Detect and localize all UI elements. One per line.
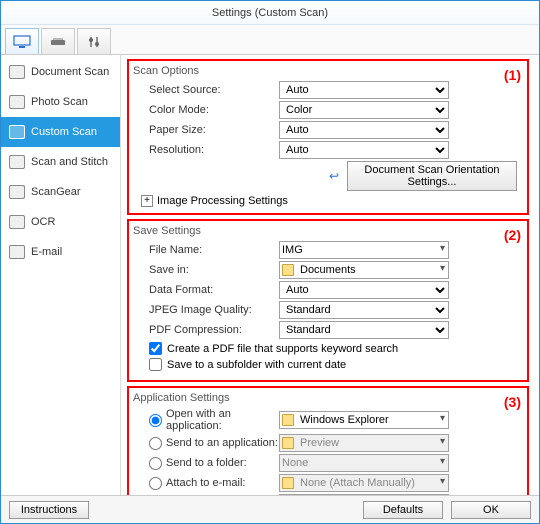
sidebar-item-custom-scan[interactable]: Custom Scan [1,117,120,147]
footer: Instructions Defaults OK [1,495,539,523]
mail-icon [282,477,294,489]
color-mode-dropdown[interactable]: Color [279,101,449,119]
send-to-folder-label: Send to a folder: [166,457,247,469]
attach-email-radio[interactable] [149,477,162,490]
pdf-compression-dropdown[interactable]: Standard [279,321,449,339]
panel-number: (3) [504,394,521,410]
start-ocr-dropdown[interactable]: Output to Text [279,494,449,495]
send-to-application-label: Send to an application: [166,437,278,449]
panel-number: (1) [504,67,521,83]
resolution-label: Resolution: [149,144,279,156]
photo-scan-icon [9,95,25,109]
sidebar-item-photo-scan[interactable]: Photo Scan [1,87,120,117]
send-to-folder-dropdown[interactable]: None [279,454,449,472]
settings-window: Settings (Custom Scan) Document Scan Pho… [0,0,540,524]
subfolder-date-label: Save to a subfolder with current date [167,359,346,371]
save-in-label: Save in: [149,264,279,276]
panel-number: (2) [504,227,521,243]
file-name-label: File Name: [149,244,279,256]
data-format-label: Data Format: [149,284,279,296]
group-title: Scan Options [133,65,523,77]
select-source-label: Select Source: [149,84,279,96]
preview-icon [282,437,294,449]
sidebar-item-label: OCR [31,216,55,228]
folder-icon [282,264,294,276]
data-format-dropdown[interactable]: Auto [279,281,449,299]
jpeg-quality-dropdown[interactable]: Standard [279,301,449,319]
scangear-icon [9,185,25,199]
paper-size-dropdown[interactable]: Auto [279,121,449,139]
save-settings-panel: (2) Save Settings File Name: IMG Save in… [127,219,529,382]
toolbar-tab-scan-from-panel[interactable] [41,28,75,54]
sliders-icon [85,35,103,49]
main-content[interactable]: (1) Scan Options Select Source:Auto Colo… [121,55,539,495]
group-title: Application Settings [133,392,523,404]
defaults-button[interactable]: Defaults [363,501,443,519]
attach-email-label: Attach to e-mail: [166,477,245,489]
paper-size-label: Paper Size: [149,124,279,136]
ok-button[interactable]: OK [451,501,531,519]
sidebar-item-label: Document Scan [31,66,109,78]
reset-icon[interactable]: ↩ [327,169,341,183]
file-name-field[interactable]: IMG [279,241,449,259]
monitor-icon [13,35,31,49]
resolution-dropdown[interactable]: Auto [279,141,449,159]
send-to-folder-radio[interactable] [149,457,162,470]
sidebar: Document Scan Photo Scan Custom Scan Sca… [1,55,121,495]
scan-options-panel: (1) Scan Options Select Source:Auto Colo… [127,59,529,215]
open-with-application-label: Open with an application: [166,408,279,432]
orientation-settings-button[interactable]: Document Scan Orientation Settings... [347,161,517,191]
sidebar-item-label: E-mail [31,246,62,258]
image-processing-label: Image Processing Settings [157,195,288,207]
ocr-icon [9,215,25,229]
sidebar-item-document-scan[interactable]: Document Scan [1,57,120,87]
explorer-icon [282,414,294,426]
pdf-keyword-search-checkbox[interactable] [149,342,162,355]
group-title: Save Settings [133,225,523,237]
titlebar: Settings (Custom Scan) [1,1,539,25]
top-toolbar [1,25,539,55]
sidebar-item-scan-stitch[interactable]: Scan and Stitch [1,147,120,177]
expand-image-processing-button[interactable]: + [141,195,153,207]
sidebar-item-label: ScanGear [31,186,81,198]
scanner-icon [49,35,67,49]
custom-scan-icon [9,125,25,139]
subfolder-date-checkbox[interactable] [149,358,162,371]
pdf-keyword-search-label: Create a PDF file that supports keyword … [167,343,398,355]
select-source-dropdown[interactable]: Auto [279,81,449,99]
sidebar-item-ocr[interactable]: OCR [1,207,120,237]
window-title: Settings (Custom Scan) [212,7,328,19]
sidebar-item-label: Scan and Stitch [31,156,108,168]
color-mode-label: Color Mode: [149,104,279,116]
application-settings-panel: (3) Application Settings Open with an ap… [127,386,529,495]
send-to-application-radio[interactable] [149,437,162,450]
document-scan-icon [9,65,25,79]
save-in-dropdown[interactable]: Documents [279,261,449,279]
sidebar-item-label: Custom Scan [31,126,97,138]
open-with-application-dropdown[interactable]: Windows Explorer [279,411,449,429]
open-with-application-radio[interactable] [149,414,162,427]
sidebar-item-scangear[interactable]: ScanGear [1,177,120,207]
toolbar-tab-general[interactable] [77,28,111,54]
jpeg-quality-label: JPEG Image Quality: [149,304,279,316]
send-to-application-dropdown[interactable]: Preview [279,434,449,452]
toolbar-tab-scan-from-pc[interactable] [5,28,39,54]
attach-email-dropdown[interactable]: None (Attach Manually) [279,474,449,492]
scan-stitch-icon [9,155,25,169]
sidebar-item-email[interactable]: E-mail [1,237,120,267]
pdf-compression-label: PDF Compression: [149,324,279,336]
email-icon [9,245,25,259]
instructions-button[interactable]: Instructions [9,501,89,519]
sidebar-item-label: Photo Scan [31,96,88,108]
